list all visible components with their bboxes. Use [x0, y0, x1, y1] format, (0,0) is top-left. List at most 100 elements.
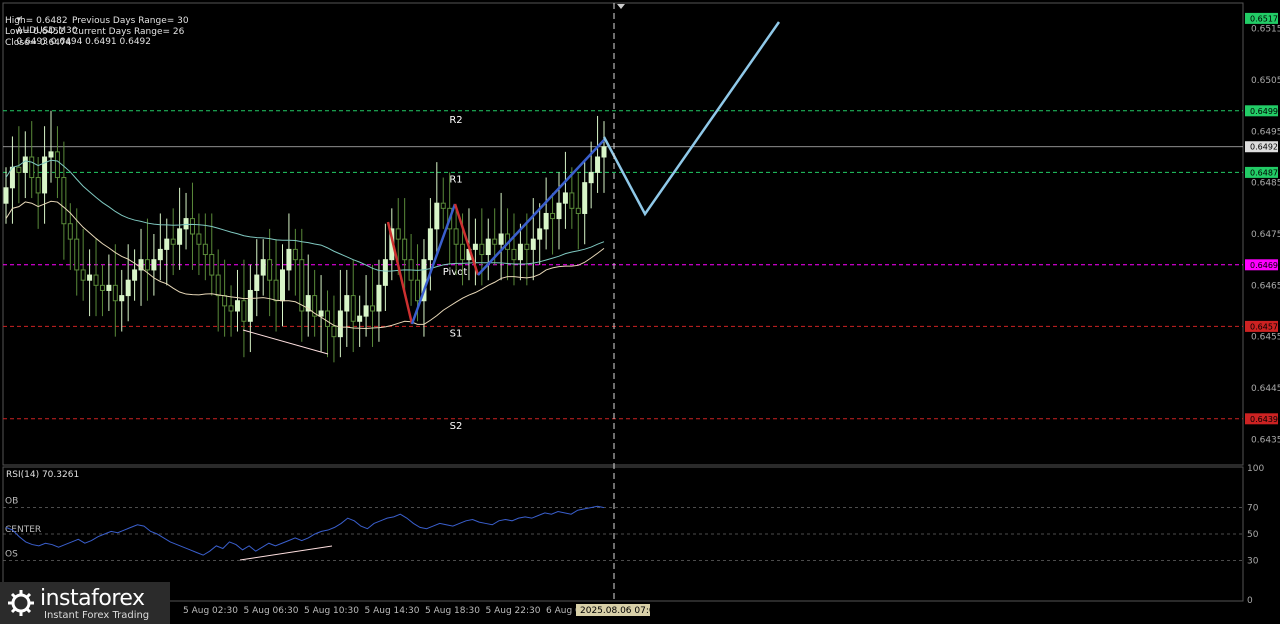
candle-body: [99, 284, 105, 291]
rsi-tick-label: 70: [1247, 504, 1259, 514]
candle-body: [234, 300, 240, 312]
candle-body: [556, 202, 562, 220]
candle-body: [517, 243, 523, 261]
chart-window[interactable]: 0.6515 0.6505 0.6495 0.6485 0.6475 0.6465 0.64…: [0, 0, 1280, 624]
candle-body: [543, 212, 549, 230]
candle-body: [22, 156, 28, 173]
candle-body: [119, 295, 125, 302]
candle-body: [87, 274, 93, 281]
candle-body: [550, 212, 556, 220]
rsi-zone-label: CENTER: [5, 525, 41, 535]
candle-body: [588, 171, 594, 184]
divergence-line-rsi: [239, 545, 333, 561]
candle-body: [215, 274, 221, 297]
candle-body: [415, 279, 421, 302]
price-tick-label: 0.6435: [1251, 435, 1280, 445]
candle-body: [254, 274, 260, 291]
rsi-zone-label: OB: [5, 497, 18, 507]
logo-mark-icon: [8, 590, 34, 616]
candle-body: [273, 279, 279, 302]
candle-body: [16, 166, 22, 173]
candle-body: [67, 223, 73, 240]
candle-body: [575, 207, 581, 214]
price-tick-label: 0.6515: [1251, 25, 1280, 35]
candle-body: [524, 243, 530, 250]
time-tick-label: 5 Aug 02:30: [183, 606, 238, 616]
candle-body: [35, 177, 41, 194]
candle-body: [80, 269, 86, 281]
candle-body: [537, 228, 543, 240]
shift-marker-icon: [617, 4, 625, 9]
candle-body: [164, 238, 170, 250]
time-tick-label: 5 Aug 18:30: [425, 606, 480, 616]
candle-body: [48, 151, 54, 158]
stats-close: Close= 0.6474: [5, 38, 72, 48]
stats-low: Low= 0.6452: [5, 27, 65, 37]
candle-body: [189, 218, 195, 235]
candle-body: [112, 284, 118, 302]
divergence-line-price: [242, 329, 329, 355]
candle-body: [54, 151, 60, 179]
price-tick-label: 0.6495: [1251, 127, 1280, 137]
candle-body: [202, 243, 208, 256]
rsi-tick-label: 0: [1247, 596, 1253, 606]
price-tick-label: 0.6445: [1251, 384, 1280, 394]
stats-prev-range: Previous Days Range= 30: [72, 16, 189, 26]
candle-body: [286, 248, 292, 271]
candle-body: [144, 259, 150, 271]
candle-body: [292, 248, 298, 261]
rsi-zone-label: OS: [5, 549, 18, 559]
time-tick-label: 5 Aug 14:30: [365, 606, 420, 616]
candle-body: [337, 310, 343, 338]
level-price-text: 0.6487: [1250, 168, 1278, 177]
candle-body: [157, 248, 163, 261]
candle-body: [460, 243, 466, 261]
price-chart[interactable]: 0.6515 0.6505 0.6495 0.6485 0.6475 0.6465 0.64…: [0, 0, 1280, 624]
rsi-tick-label: 100: [1247, 464, 1264, 474]
candle-body: [382, 259, 388, 286]
candle-body: [569, 192, 575, 209]
level-price-text: 0.6499: [1250, 107, 1278, 116]
candle-body: [395, 228, 401, 240]
level-label-s1: S1: [450, 328, 463, 339]
time-tick-label: 5 Aug 22:30: [486, 606, 541, 616]
candle-body: [325, 310, 331, 327]
candle-body: [196, 233, 202, 245]
candle-body: [427, 228, 433, 261]
candle-body: [61, 177, 67, 225]
level-label-s2: S2: [450, 421, 463, 432]
candle-body: [485, 238, 491, 256]
price-tick-label: 0.6455: [1251, 333, 1280, 343]
candle-body: [247, 289, 253, 322]
rsi-tick-label: 30: [1247, 556, 1259, 566]
candle-body: [511, 248, 517, 261]
candle-body: [125, 279, 131, 297]
candle-body: [299, 259, 305, 312]
candle-body: [209, 254, 215, 276]
candle-body: [222, 295, 228, 307]
candle-body: [318, 310, 324, 317]
current-price-text: 0.6492: [1250, 143, 1278, 152]
candle-body: [177, 228, 183, 245]
candle-body: [170, 238, 176, 245]
candle-body: [498, 233, 504, 245]
candle-body: [29, 156, 35, 179]
candle-body: [183, 218, 189, 230]
stats-cur-range: Current Days Range= 26: [72, 27, 185, 37]
rsi-line: [5, 505, 605, 556]
price-tick-label: 0.6475: [1251, 230, 1280, 240]
level-label-r2: R2: [449, 115, 462, 126]
candle-body: [106, 284, 112, 291]
candle-body: [363, 305, 369, 317]
top-price-text: 0.6517: [1250, 14, 1278, 23]
time-tick-label: 6 Aug 0: [546, 606, 581, 616]
candle-body: [279, 269, 285, 302]
candle-body: [434, 202, 440, 230]
candle-body: [260, 259, 266, 276]
candle-body: [74, 238, 80, 271]
candle-body: [472, 243, 478, 250]
price-tick-label: 0.6505: [1251, 76, 1280, 86]
candle-body: [370, 305, 376, 312]
candle-body: [562, 192, 568, 204]
level-price-text: 0.6469: [1250, 261, 1278, 270]
